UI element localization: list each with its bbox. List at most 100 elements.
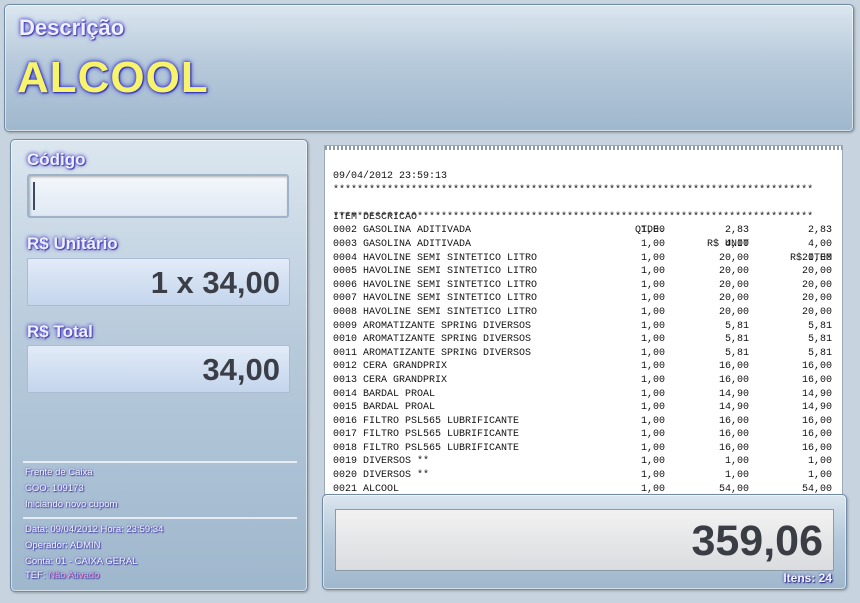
- item-total: 14,90: [801, 402, 832, 414]
- item-unit-price: 4,00: [724, 238, 749, 250]
- receipt-item-row: 0009 AROMATIZANTE SPRING DIVERSOS 1,00 5,8…: [333, 320, 833, 334]
- date-time-text: Data: 09/04/2012 Hora: 23:59:34: [25, 524, 164, 535]
- item-total: 5,81: [807, 320, 832, 332]
- item-total: 16,00: [801, 442, 832, 454]
- item-description: 0006 HAVOLINE SEMI SINTETICO LITRO: [333, 279, 538, 291]
- receipt-item-row: 0011 AROMATIZANTE SPRING DIVERSOS 1,00 5,8…: [333, 347, 833, 361]
- item-unit-price: 16,00: [718, 374, 749, 386]
- item-qty: 1,00: [640, 252, 665, 264]
- item-qty: 1,00: [640, 361, 665, 373]
- receipt-view[interactable]: 09/04/2012 23:59:13 ********************…: [324, 145, 843, 495]
- item-description: 0005 HAVOLINE SEMI SINTETICO LITRO: [333, 266, 538, 278]
- receipt-datetime: 09/04/2012 23:59:13: [333, 171, 448, 182]
- item-qty: 1,00: [640, 320, 665, 332]
- item-unit-price: 16,00: [718, 415, 749, 427]
- item-qty: 1,00: [640, 306, 665, 318]
- item-total: 5,81: [807, 334, 832, 346]
- receipt-content: 09/04/2012 23:59:13 ********************…: [333, 170, 833, 494]
- item-total: 1,00: [807, 470, 832, 482]
- item-total: 4,00: [807, 238, 832, 250]
- item-unit-price: 5,81: [724, 347, 749, 359]
- item-total: 1,00: [807, 456, 832, 468]
- item-qty: 1,00: [640, 266, 665, 278]
- receipt-item-row: 0010 AROMATIZANTE SPRING DIVERSOS 1,00 5,8…: [333, 333, 833, 347]
- grand-total-value: 359,06: [335, 509, 834, 571]
- item-unit-price: 5,81: [724, 334, 749, 346]
- item-description: 0011 AROMATIZANTE SPRING DIVERSOS: [333, 347, 532, 359]
- item-total: 16,00: [801, 361, 832, 373]
- item-description: 0007 HAVOLINE SEMI SINTETICO LITRO: [333, 293, 538, 305]
- item-unit-price: 14,90: [718, 402, 749, 414]
- item-unit-price: 20,00: [718, 266, 749, 278]
- receipt-item-row: 0015 BARDAL PROAL 1,00 14,90 14,90: [333, 401, 833, 415]
- item-qty: 1,00: [640, 279, 665, 291]
- item-unit-price: 1,00: [724, 456, 749, 468]
- item-unit-price: 2,83: [724, 225, 749, 237]
- item-qty: 1,00: [640, 456, 665, 468]
- item-unit-price: 20,00: [718, 293, 749, 305]
- grand-total-panel: 359,06 Itens: 24: [322, 494, 847, 590]
- item-qty: 1,00: [640, 347, 665, 359]
- receipt-item-row: 0003 GASOLINA ADITIVADA 1,00 4,00 4,00: [333, 238, 833, 252]
- description-label: Descrição: [19, 15, 125, 40]
- account-text: Conta: 01 - CAIXA GERAL: [25, 556, 138, 567]
- description-value: ALCOOL: [17, 53, 209, 102]
- item-unit-price: 16,00: [718, 361, 749, 373]
- item-description: 0017 FILTRO PSL565 LUBRIFICANTE: [333, 429, 520, 441]
- item-qty: 1,00: [640, 293, 665, 305]
- receipt-item-row: 0004 HAVOLINE SEMI SINTETICO LITRO 1,00 20…: [333, 252, 833, 266]
- item-total-label: R$ Total: [27, 322, 93, 341]
- tef-status: TEF: Não Ativado: [25, 570, 99, 581]
- item-total: 2,83: [807, 225, 832, 237]
- item-description: 0016 FILTRO PSL565 LUBRIFICANTE: [333, 415, 520, 427]
- tef-label: TEF:: [25, 570, 46, 581]
- receipt-item-row: 0012 CERA GRANDPRIX 1,00 16,00 16,00: [333, 360, 833, 374]
- receipt-item-row: 0017 FILTRO PSL565 LUBRIFICANTE 1,00 16,00…: [333, 428, 833, 442]
- item-total: 20,00: [801, 306, 832, 318]
- receipt-item-row: 0005 HAVOLINE SEMI SINTETICO LITRO 1,00 20…: [333, 265, 833, 279]
- item-description: 0015 BARDAL PROAL: [333, 402, 436, 414]
- item-qty: 1,00: [640, 429, 665, 441]
- item-unit-price: 20,00: [718, 279, 749, 291]
- item-total: 20,00: [801, 293, 832, 305]
- unit-price-value: 1 x 34,00: [27, 258, 290, 306]
- item-description: 0010 AROMATIZANTE SPRING DIVERSOS: [333, 334, 532, 346]
- receipt-item-row: 0014 BARDAL PROAL 1,00 14,90 14,90: [333, 388, 833, 402]
- receipt-item-row: 0020 DIVERSOS ** 1,00 1,00 1,00: [333, 469, 833, 483]
- codigo-input[interactable]: [27, 174, 289, 218]
- item-description: 0002 GASOLINA ADITIVADA: [333, 225, 472, 237]
- item-description: 0019 DIVERSOS **: [333, 456, 430, 468]
- receipt-item-row: 0002 GASOLINA ADITIVADA 1,00 2,83 2,83: [333, 224, 833, 238]
- item-description: 0014 BARDAL PROAL: [333, 388, 436, 400]
- item-total: 20,00: [801, 279, 832, 291]
- item-qty: 1,00: [640, 415, 665, 427]
- item-total-value: 34,00: [27, 345, 290, 393]
- item-total: 5,81: [807, 347, 832, 359]
- mode-text: Frente de Caixa: [25, 467, 93, 478]
- item-qty: 1,00: [640, 470, 665, 482]
- item-total: 20,00: [801, 266, 832, 278]
- item-unit-price: 14,90: [718, 388, 749, 400]
- item-unit-price: 20,00: [718, 252, 749, 264]
- receipt-item-row: 0013 CERA GRANDPRIX 1,00 16,00 16,00: [333, 374, 833, 388]
- receipt-item-row: 0018 FILTRO PSL565 LUBRIFICANTE 1,00 16,00…: [333, 442, 833, 456]
- item-unit-price: 16,00: [718, 429, 749, 441]
- item-unit-price: 1,00: [724, 470, 749, 482]
- item-qty: 1,00: [640, 225, 665, 237]
- item-unit-price: 5,81: [724, 320, 749, 332]
- item-total: 20,00: [801, 252, 832, 264]
- item-unit-price: 20,00: [718, 306, 749, 318]
- item-description: 0013 CERA GRANDPRIX: [333, 374, 448, 386]
- tef-value: Não Ativado: [48, 570, 100, 581]
- receipt-item-row: 0016 FILTRO PSL565 LUBRIFICANTE 1,00 16,00…: [333, 415, 833, 429]
- status-text: Iniciando novo cupom: [25, 499, 118, 510]
- item-description: 0003 GASOLINA ADITIVADA: [333, 238, 472, 250]
- description-panel: Descrição ALCOOL: [4, 4, 854, 132]
- receipt-item-row: 0007 HAVOLINE SEMI SINTETICO LITRO 1,00 20…: [333, 292, 833, 306]
- operator-text: Operador: ADMIN: [25, 540, 101, 551]
- item-description: 0012 CERA GRANDPRIX: [333, 361, 448, 373]
- divider: [23, 461, 297, 463]
- unit-price-label: R$ Unitário: [27, 234, 118, 253]
- item-unit-price: 16,00: [718, 442, 749, 454]
- item-count-label: Itens: 24: [783, 571, 832, 585]
